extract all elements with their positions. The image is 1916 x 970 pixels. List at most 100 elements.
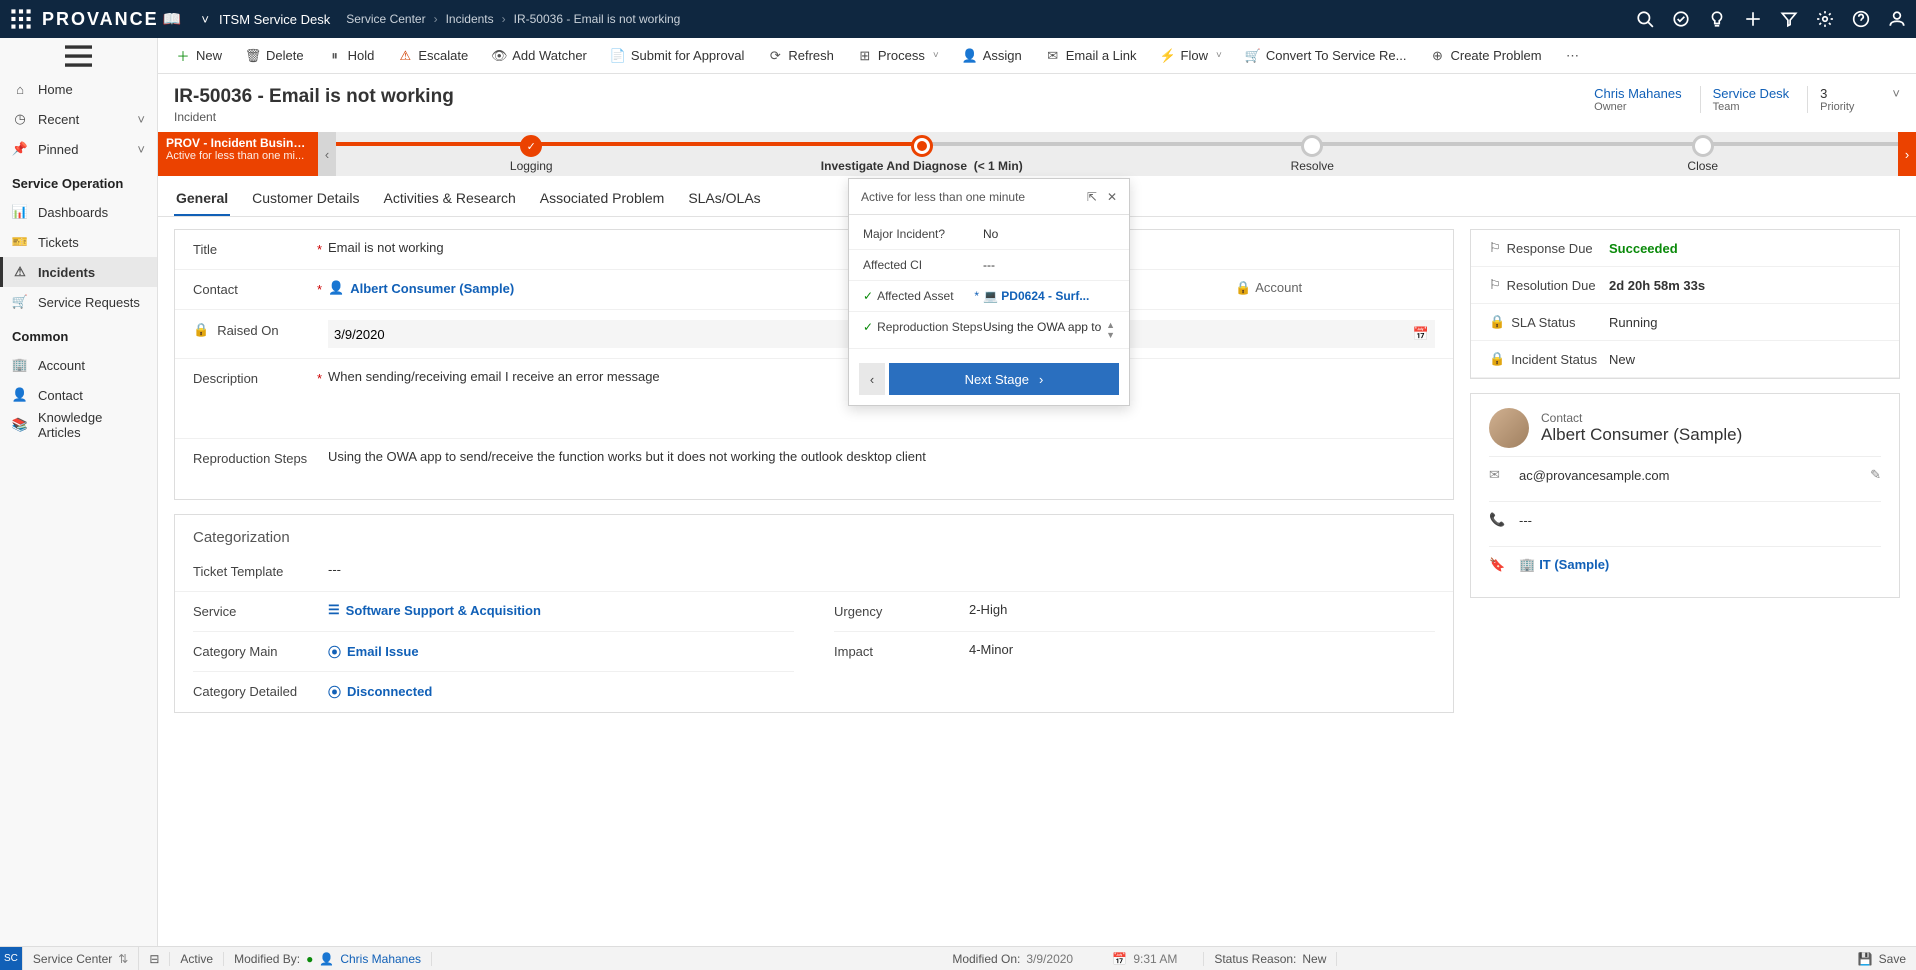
hold-button[interactable]: ⏸Hold — [318, 38, 385, 73]
field-urgency[interactable]: Urgency 2-High — [834, 592, 1435, 632]
scroll-down-icon[interactable]: ▼ — [1106, 330, 1115, 340]
tab-associated-problem[interactable]: Associated Problem — [538, 184, 667, 216]
flyout-field-repro[interactable]: ✓Reproduction StepsUsing the OWA app to▲… — [849, 312, 1129, 349]
sidebar-item-account[interactable]: 🏢Account — [0, 350, 157, 380]
email-icon: ✉ — [1489, 467, 1505, 483]
filter-icon[interactable] — [1780, 10, 1798, 28]
search-icon[interactable] — [1636, 10, 1654, 28]
contact-phone-row[interactable]: 📞--- — [1489, 501, 1881, 538]
tab-general[interactable]: General — [174, 184, 230, 216]
breadcrumb-item[interactable]: IR-50036 - Email is not working — [514, 12, 681, 26]
more-commands-button[interactable]: ⋯ — [1556, 38, 1590, 73]
convert-button[interactable]: 🛒Convert To Service Re... — [1236, 38, 1417, 73]
app-launcher-icon[interactable] — [10, 8, 32, 30]
delete-button[interactable]: 🗑Delete — [236, 38, 314, 73]
add-watcher-button[interactable]: 👁Add Watcher — [482, 38, 597, 73]
submit-approval-button[interactable]: 📄Submit for Approval — [601, 38, 754, 73]
add-icon[interactable] — [1744, 10, 1762, 28]
online-icon: ● — [306, 952, 313, 966]
save-icon: 💾 — [1858, 952, 1873, 966]
flyout-field-asset[interactable]: ✓Affected Asset*💻 PD0624 - Surf... — [849, 281, 1129, 312]
header-team[interactable]: Service DeskTeam — [1700, 86, 1790, 113]
hamburger-icon[interactable] — [0, 38, 157, 74]
bpf-stage-investigate[interactable]: Investigate And Diagnose (< 1 Min) — [727, 135, 1118, 173]
escalate-button[interactable]: ⚠Escalate — [388, 38, 478, 73]
scroll-up-icon[interactable]: ▲ — [1106, 320, 1115, 330]
field-raised-on[interactable]: 🔒Raised On 📅 — [175, 310, 1453, 359]
user-icon[interactable] — [1888, 10, 1906, 28]
bpf-stage-logging[interactable]: ✓Logging — [336, 135, 727, 173]
create-problem-button[interactable]: ⊕Create Problem — [1420, 38, 1551, 73]
sidebar-item-knowledge[interactable]: 📚Knowledge Articles — [0, 410, 157, 440]
brand-logo: PROVANCE — [42, 9, 159, 30]
close-icon[interactable]: ✕ — [1107, 190, 1117, 204]
sidebar-item-recent[interactable]: ◷Recent˅ — [0, 104, 157, 134]
sidebar-item-contact[interactable]: 👤Contact — [0, 380, 157, 410]
sidebar-item-home[interactable]: ⌂Home — [0, 74, 157, 104]
book-icon: 📚 — [12, 417, 28, 433]
app-chevron-down-icon[interactable]: ˅ — [201, 12, 209, 27]
header-priority[interactable]: 3Priority — [1807, 86, 1854, 113]
email-link-button[interactable]: ✉Email a Link — [1036, 38, 1147, 73]
sidebar-item-label: Recent — [38, 112, 79, 127]
modified-time-input[interactable] — [1133, 952, 1193, 966]
header-expand[interactable]: ˅ — [1872, 86, 1900, 101]
chevron-right-icon: › — [1039, 372, 1043, 387]
sidebar-item-incidents[interactable]: ⚠Incidents — [0, 257, 157, 287]
assign-button[interactable]: 👤Assign — [953, 38, 1032, 73]
field-category-main[interactable]: Category Main ⦿Email Issue — [193, 632, 794, 672]
timeline-icon[interactable]: ⊟ — [139, 952, 170, 966]
next-stage-button[interactable]: Next Stage› — [889, 363, 1119, 395]
lock-icon: 🔒 — [193, 322, 209, 338]
bpf-stage-resolve[interactable]: Resolve — [1117, 135, 1508, 173]
area-switcher[interactable]: Service Center⇅ — [23, 947, 139, 970]
help-icon[interactable] — [1852, 10, 1870, 28]
sidebar-item-tickets[interactable]: 🎫Tickets — [0, 227, 157, 257]
contact-group-row[interactable]: 🔖🏢IT (Sample) — [1489, 546, 1881, 583]
field-repro-steps[interactable]: Reproduction Steps Using the OWA app to … — [175, 439, 1453, 499]
new-button[interactable]: ＋New — [166, 38, 232, 73]
dock-icon[interactable]: ⇱ — [1087, 190, 1097, 204]
field-response-due: ⚐Response DueSucceeded — [1471, 230, 1899, 267]
bpf-process-pill[interactable]: PROV - Incident Business... Active for l… — [158, 132, 318, 176]
sidebar-item-dashboards[interactable]: 📊Dashboards — [0, 197, 157, 227]
status-reason: Status Reason:New — [1204, 952, 1337, 966]
tab-customer-details[interactable]: Customer Details — [250, 184, 361, 216]
tab-slas[interactable]: SLAs/OLAs — [686, 184, 762, 216]
sidebar-item-service-requests[interactable]: 🛒Service Requests — [0, 287, 157, 317]
bpf-prev-button[interactable]: ‹ — [318, 132, 336, 176]
modified-date-input[interactable] — [1026, 952, 1106, 966]
edit-icon[interactable]: ✎ — [1870, 467, 1881, 483]
settings-icon[interactable] — [1816, 10, 1834, 28]
flyout-back-button[interactable]: ‹ — [859, 363, 885, 395]
process-button[interactable]: ⊞Process˅ — [848, 38, 949, 73]
field-contact[interactable]: Contact* 👤Albert Consumer (Sample) 🔒Acco… — [175, 270, 1453, 310]
tab-activities[interactable]: Activities & Research — [382, 184, 518, 216]
breadcrumb-item[interactable]: Service Center — [346, 12, 425, 26]
field-description[interactable]: Description* When sending/receiving emai… — [175, 359, 1453, 439]
field-ticket-template[interactable]: Ticket Template --- — [175, 552, 1453, 592]
field-impact[interactable]: Impact 4-Minor — [834, 632, 1435, 672]
lightbulb-icon[interactable] — [1708, 10, 1726, 28]
bpf-stage-close[interactable]: Close — [1508, 135, 1899, 173]
field-service[interactable]: Service ☰Software Support & Acquisition — [193, 592, 794, 632]
save-button[interactable]: 💾Save — [1848, 947, 1916, 970]
stage-icon — [1692, 135, 1714, 157]
flyout-field-major[interactable]: Major Incident?No — [849, 219, 1129, 250]
field-category-detailed[interactable]: Category Detailed ⦿Disconnected — [193, 672, 794, 712]
refresh-button[interactable]: ⟳Refresh — [758, 38, 844, 73]
sidebar-item-pinned[interactable]: 📌Pinned˅ — [0, 134, 157, 164]
sidebar-item-label: Pinned — [38, 142, 78, 157]
status-modified-by: Modified By:●👤Chris Mahanes — [224, 952, 432, 966]
sidebar-section-header: Service Operation — [0, 164, 157, 197]
flyout-field-ci[interactable]: Affected CI--- — [849, 250, 1129, 281]
header-owner[interactable]: Chris MahanesOwner — [1594, 86, 1681, 113]
contact-email-row[interactable]: ✉ac@provancesample.com✎ — [1489, 456, 1881, 493]
bpf-next-button[interactable]: › — [1898, 132, 1916, 176]
sc-badge[interactable]: SC — [0, 947, 23, 970]
flow-button[interactable]: ⚡Flow˅ — [1151, 38, 1232, 73]
breadcrumb-item[interactable]: Incidents — [446, 12, 494, 26]
sidebar-section-header: Common — [0, 317, 157, 350]
field-title[interactable]: Title* Email is not working — [175, 230, 1453, 270]
task-icon[interactable] — [1672, 10, 1690, 28]
